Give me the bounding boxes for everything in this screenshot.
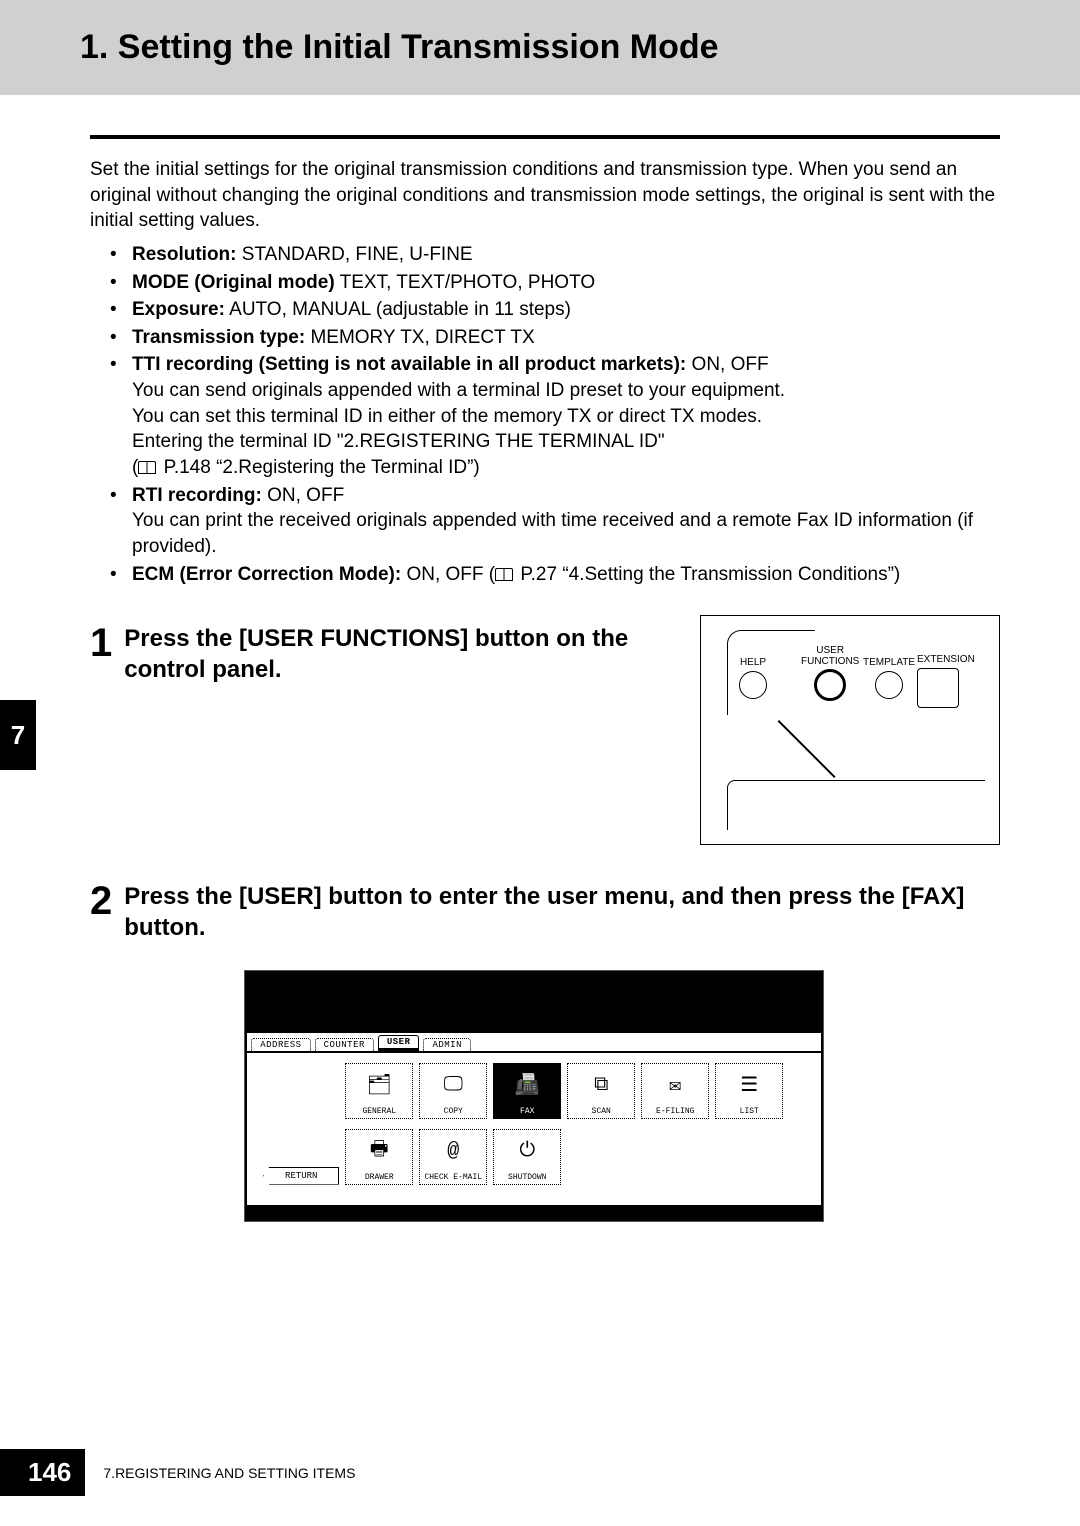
list-icon: ☰ (740, 1064, 758, 1107)
btn-check-email: @CHECK E-MAIL (419, 1129, 487, 1185)
circle-icon (875, 671, 903, 699)
drawer-icon: 🖶 (370, 1130, 389, 1173)
screen-tabs: ADDRESS COUNTER USER ADMIN (245, 1031, 823, 1051)
step-1: 1 Press the [USER FUNCTIONS] button on t… (90, 623, 1000, 845)
step-number: 1 (90, 623, 112, 663)
intro-paragraph: Set the initial settings for the origina… (90, 157, 1000, 234)
btn-list: ☰LIST (715, 1063, 783, 1119)
panel-outline-lower (727, 780, 985, 830)
btn-fax: 📠FAX (493, 1063, 561, 1119)
general-icon: 🗂 (367, 1064, 392, 1107)
btn-efiling: ✉E-FILING (641, 1063, 709, 1119)
label: Resolution: (132, 244, 237, 265)
footer-chapter: 7.REGISTERING AND SETTING ITEMS (103, 1465, 355, 1481)
setting-mode: MODE (Original mode) TEXT, TEXT/PHOTO, P… (110, 270, 1000, 296)
tab-address: ADDRESS (251, 1038, 310, 1051)
btn-return: RETURN (263, 1167, 339, 1185)
label: ECM (Error Correction Mode): (132, 564, 401, 585)
chapter-side-tab: 7 (0, 700, 36, 770)
tti-line3: Entering the terminal ID "2.REGISTERING … (132, 429, 1000, 455)
box-icon (917, 668, 959, 708)
scan-icon: ⧉ (594, 1064, 608, 1107)
screen-row-1: 🗂GENERAL 🖵COPY 📠FAX ⧉SCAN ✉E-FILING ☰LIS… (255, 1063, 811, 1119)
extension-button: EXTENSION (917, 655, 975, 708)
tab-user: USER (378, 1035, 420, 1051)
btn-scan: ⧉SCAN (567, 1063, 635, 1119)
label: RTI recording: (132, 485, 262, 506)
values: TEXT, TEXT/PHOTO, PHOTO (335, 272, 595, 293)
copy-icon: 🖵 (444, 1064, 463, 1107)
efiling-icon: ✉ (669, 1064, 681, 1107)
user-functions-button: USER FUNCTIONS (801, 646, 859, 701)
book-icon (495, 568, 513, 581)
tab-admin: ADMIN (423, 1038, 471, 1051)
setting-rti: RTI recording: ON, OFF You can print the… (110, 483, 1000, 560)
divider (90, 135, 1000, 139)
touchscreen-figure: ADDRESS COUNTER USER ADMIN 🗂GENERAL 🖵COP… (244, 970, 824, 1222)
settings-list: Resolution: STANDARD, FINE, U-FINE MODE … (90, 242, 1000, 587)
step-number: 2 (90, 881, 112, 921)
setting-tti: TTI recording (Setting is not available … (110, 352, 1000, 480)
circle-icon (739, 671, 767, 699)
setting-resolution: Resolution: STANDARD, FINE, U-FINE (110, 242, 1000, 268)
step-2-title: Press the [USER] button to enter the use… (124, 881, 1000, 943)
page-content: Set the initial settings for the origina… (0, 135, 1080, 1222)
help-button: HELP (739, 658, 767, 699)
tab-counter: COUNTER (315, 1038, 374, 1051)
fax-icon: 📠 (515, 1064, 540, 1107)
values: ON, OFF (262, 485, 344, 506)
section-header: 1. Setting the Initial Transmission Mode (0, 0, 1080, 95)
values: ON, OFF ( (401, 564, 495, 585)
btn-general: 🗂GENERAL (345, 1063, 413, 1119)
step-2: 2 Press the [USER] button to enter the u… (90, 881, 1000, 1221)
ecm-ref: P.27 “4.Setting the Transmission Conditi… (515, 564, 900, 585)
callout-line (779, 720, 843, 784)
step-1-title: Press the [USER FUNCTIONS] button on the… (124, 623, 670, 685)
tti-line2: You can set this terminal ID in either o… (132, 404, 1000, 430)
values: STANDARD, FINE, U-FINE (237, 244, 473, 265)
rti-line1: You can print the received originals app… (132, 508, 1000, 559)
tti-line4: ( P.148 “2.Registering the Terminal ID”) (132, 455, 1000, 481)
tti-line1: You can send originals appended with a t… (132, 378, 1000, 404)
control-panel-figure: HELP USER FUNCTIONS TEMPLATE EXTENSION (700, 615, 1000, 845)
label: Exposure: (132, 299, 225, 320)
book-icon (138, 461, 156, 474)
email-icon: @ (447, 1130, 459, 1173)
screen-top-bar (245, 971, 823, 1031)
screen-row-2: RETURN 🖶DRAWER @CHECK E-MAIL ⏻SHUTDOWN (255, 1129, 811, 1185)
page-footer: 146 7.REGISTERING AND SETTING ITEMS (0, 1449, 355, 1496)
setting-ecm: ECM (Error Correction Mode): ON, OFF ( P… (110, 562, 1000, 588)
btn-shutdown: ⏻SHUTDOWN (493, 1129, 561, 1185)
values: AUTO, MANUAL (adjustable in 11 steps) (225, 299, 571, 320)
btn-copy: 🖵COPY (419, 1063, 487, 1119)
circle-icon (814, 669, 846, 701)
btn-drawer: 🖶DRAWER (345, 1129, 413, 1185)
values: MEMORY TX, DIRECT TX (305, 327, 534, 348)
template-button: TEMPLATE (863, 658, 915, 699)
label: TTI recording (Setting is not available … (132, 354, 686, 375)
shutdown-icon: ⏻ (519, 1130, 535, 1173)
screen-body: 🗂GENERAL 🖵COPY 📠FAX ⧉SCAN ✉E-FILING ☰LIS… (245, 1051, 823, 1207)
values: ON, OFF (686, 354, 768, 375)
setting-exposure: Exposure: AUTO, MANUAL (adjustable in 11… (110, 297, 1000, 323)
setting-transmission-type: Transmission type: MEMORY TX, DIRECT TX (110, 325, 1000, 351)
label: MODE (Original mode) (132, 272, 335, 293)
label: Transmission type: (132, 327, 305, 348)
page-number: 146 (0, 1449, 85, 1496)
section-title: 1. Setting the Initial Transmission Mode (80, 28, 1080, 67)
